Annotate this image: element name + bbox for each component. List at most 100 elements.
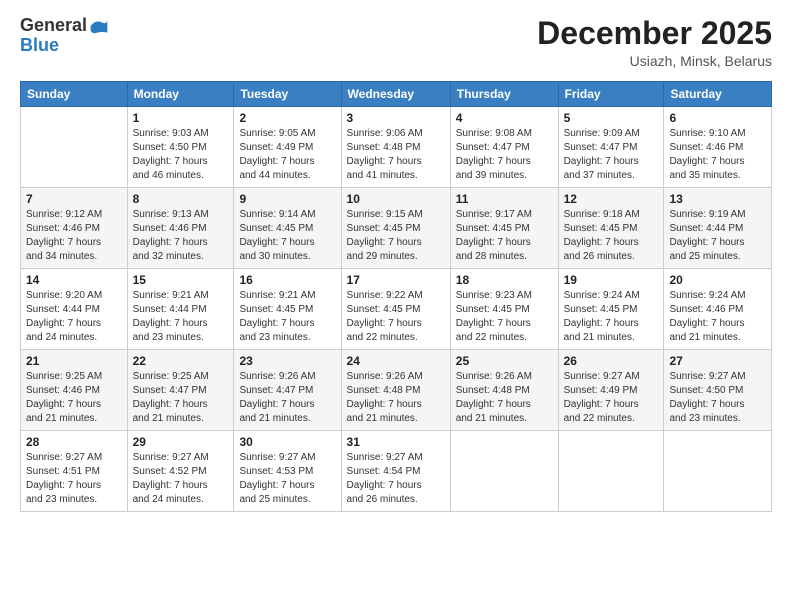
day-info: Sunrise: 9:06 AMSunset: 4:48 PMDaylight:… xyxy=(347,127,445,183)
calendar-cell: 21 Sunrise: 9:25 AMSunset: 4:46 PMDayligh… xyxy=(21,350,128,431)
day-number: 7 xyxy=(26,192,122,206)
col-monday: Monday xyxy=(127,82,234,107)
calendar-cell: 3 Sunrise: 9:06 AMSunset: 4:48 PMDaylight… xyxy=(341,107,450,188)
calendar-cell: 5 Sunrise: 9:09 AMSunset: 4:47 PMDaylight… xyxy=(558,107,664,188)
day-number: 2 xyxy=(239,111,335,125)
calendar-cell: 10Sunrise: 9:15 AMSunset: 4:45 PMDayligh… xyxy=(341,188,450,269)
logo-icon xyxy=(89,16,109,36)
day-number: 16 xyxy=(239,273,335,287)
day-info: Sunrise: 9:10 AMSunset: 4:46 PMDaylight:… xyxy=(669,127,766,183)
col-thursday: Thursday xyxy=(450,82,558,107)
day-number: 18 xyxy=(456,273,553,287)
day-number: 30 xyxy=(239,435,335,449)
day-info: Sunrise: 9:23 AMSunset: 4:45 PMDaylight:… xyxy=(456,289,553,345)
calendar-cell xyxy=(664,431,772,512)
day-number: 20 xyxy=(669,273,766,287)
calendar-week-3: 21 Sunrise: 9:25 AMSunset: 4:46 PMDayligh… xyxy=(21,350,772,431)
day-info: Sunrise: 9:26 AMSunset: 4:47 PMDaylight:… xyxy=(239,370,335,426)
day-info: Sunrise: 9:05 AMSunset: 4:49 PMDaylight:… xyxy=(239,127,335,183)
calendar-week-1: 7Sunrise: 9:12 AMSunset: 4:46 PMDaylight… xyxy=(21,188,772,269)
location: Usiazh, Minsk, Belarus xyxy=(537,53,772,69)
day-number: 29 xyxy=(133,435,229,449)
calendar-cell: 20 Sunrise: 9:24 AMSunset: 4:46 PMDayligh… xyxy=(664,269,772,350)
calendar-header-row: Sunday Monday Tuesday Wednesday Thursday… xyxy=(21,82,772,107)
day-info: Sunrise: 9:20 AMSunset: 4:44 PMDaylight:… xyxy=(26,289,122,345)
day-number: 28 xyxy=(26,435,122,449)
day-info: Sunrise: 9:21 AMSunset: 4:44 PMDaylight:… xyxy=(133,289,229,345)
calendar-cell xyxy=(558,431,664,512)
day-info: Sunrise: 9:25 AMSunset: 4:47 PMDaylight:… xyxy=(133,370,229,426)
day-number: 15 xyxy=(133,273,229,287)
calendar-cell: 26 Sunrise: 9:27 AMSunset: 4:49 PMDayligh… xyxy=(558,350,664,431)
day-number: 21 xyxy=(26,354,122,368)
calendar-cell: 25 Sunrise: 9:26 AMSunset: 4:48 PMDayligh… xyxy=(450,350,558,431)
calendar-cell: 16Sunrise: 9:21 AMSunset: 4:45 PMDayligh… xyxy=(234,269,341,350)
calendar-week-0: 1 Sunrise: 9:03 AMSunset: 4:50 PMDaylight… xyxy=(21,107,772,188)
day-number: 23 xyxy=(239,354,335,368)
calendar-cell: 30 Sunrise: 9:27 AMSunset: 4:53 PMDayligh… xyxy=(234,431,341,512)
header: General Blue December 2025 Usiazh, Minsk… xyxy=(20,16,772,69)
day-number: 31 xyxy=(347,435,445,449)
day-number: 8 xyxy=(133,192,229,206)
day-number: 9 xyxy=(239,192,335,206)
calendar-cell: 22 Sunrise: 9:25 AMSunset: 4:47 PMDayligh… xyxy=(127,350,234,431)
day-number: 3 xyxy=(347,111,445,125)
day-info: Sunrise: 9:25 AMSunset: 4:46 PMDaylight:… xyxy=(26,370,122,426)
calendar-cell: 8 Sunrise: 9:13 AMSunset: 4:46 PMDaylight… xyxy=(127,188,234,269)
calendar-cell: 24 Sunrise: 9:26 AMSunset: 4:48 PMDayligh… xyxy=(341,350,450,431)
day-info: Sunrise: 9:03 AMSunset: 4:50 PMDaylight:… xyxy=(133,127,229,183)
month-title: December 2025 xyxy=(537,16,772,51)
calendar-cell: 2 Sunrise: 9:05 AMSunset: 4:49 PMDaylight… xyxy=(234,107,341,188)
calendar-cell: 27 Sunrise: 9:27 AMSunset: 4:50 PMDayligh… xyxy=(664,350,772,431)
day-info: Sunrise: 9:14 AMSunset: 4:45 PMDaylight:… xyxy=(239,208,335,264)
calendar-cell: 19Sunrise: 9:24 AMSunset: 4:45 PMDayligh… xyxy=(558,269,664,350)
calendar-cell: 29 Sunrise: 9:27 AMSunset: 4:52 PMDayligh… xyxy=(127,431,234,512)
col-sunday: Sunday xyxy=(21,82,128,107)
col-tuesday: Tuesday xyxy=(234,82,341,107)
day-info: Sunrise: 9:27 AMSunset: 4:53 PMDaylight:… xyxy=(239,451,335,507)
calendar-cell: 4Sunrise: 9:08 AMSunset: 4:47 PMDaylight… xyxy=(450,107,558,188)
calendar: Sunday Monday Tuesday Wednesday Thursday… xyxy=(20,81,772,512)
day-info: Sunrise: 9:26 AMSunset: 4:48 PMDaylight:… xyxy=(456,370,553,426)
day-number: 4 xyxy=(456,111,553,125)
day-info: Sunrise: 9:18 AMSunset: 4:45 PMDaylight:… xyxy=(564,208,659,264)
day-info: Sunrise: 9:27 AMSunset: 4:52 PMDaylight:… xyxy=(133,451,229,507)
calendar-cell: 28Sunrise: 9:27 AMSunset: 4:51 PMDayligh… xyxy=(21,431,128,512)
day-info: Sunrise: 9:27 AMSunset: 4:54 PMDaylight:… xyxy=(347,451,445,507)
day-number: 25 xyxy=(456,354,553,368)
day-number: 12 xyxy=(564,192,659,206)
calendar-cell: 17Sunrise: 9:22 AMSunset: 4:45 PMDayligh… xyxy=(341,269,450,350)
calendar-cell: 18 Sunrise: 9:23 AMSunset: 4:45 PMDayligh… xyxy=(450,269,558,350)
title-block: December 2025 Usiazh, Minsk, Belarus xyxy=(537,16,772,69)
calendar-cell: 14 Sunrise: 9:20 AMSunset: 4:44 PMDayligh… xyxy=(21,269,128,350)
day-number: 26 xyxy=(564,354,659,368)
day-info: Sunrise: 9:24 AMSunset: 4:46 PMDaylight:… xyxy=(669,289,766,345)
logo-general: General xyxy=(20,16,87,36)
day-number: 14 xyxy=(26,273,122,287)
calendar-cell: 1 Sunrise: 9:03 AMSunset: 4:50 PMDaylight… xyxy=(127,107,234,188)
day-info: Sunrise: 9:09 AMSunset: 4:47 PMDaylight:… xyxy=(564,127,659,183)
day-info: Sunrise: 9:27 AMSunset: 4:50 PMDaylight:… xyxy=(669,370,766,426)
day-info: Sunrise: 9:26 AMSunset: 4:48 PMDaylight:… xyxy=(347,370,445,426)
calendar-cell xyxy=(21,107,128,188)
calendar-cell: 9 Sunrise: 9:14 AMSunset: 4:45 PMDaylight… xyxy=(234,188,341,269)
day-number: 27 xyxy=(669,354,766,368)
day-info: Sunrise: 9:13 AMSunset: 4:46 PMDaylight:… xyxy=(133,208,229,264)
calendar-cell: 11Sunrise: 9:17 AMSunset: 4:45 PMDayligh… xyxy=(450,188,558,269)
day-number: 24 xyxy=(347,354,445,368)
calendar-cell: 12 Sunrise: 9:18 AMSunset: 4:45 PMDayligh… xyxy=(558,188,664,269)
page: General Blue December 2025 Usiazh, Minsk… xyxy=(0,0,792,612)
col-wednesday: Wednesday xyxy=(341,82,450,107)
col-saturday: Saturday xyxy=(664,82,772,107)
day-info: Sunrise: 9:24 AMSunset: 4:45 PMDaylight:… xyxy=(564,289,659,345)
day-number: 5 xyxy=(564,111,659,125)
day-number: 10 xyxy=(347,192,445,206)
day-info: Sunrise: 9:27 AMSunset: 4:49 PMDaylight:… xyxy=(564,370,659,426)
calendar-cell: 13Sunrise: 9:19 AMSunset: 4:44 PMDayligh… xyxy=(664,188,772,269)
calendar-cell: 7Sunrise: 9:12 AMSunset: 4:46 PMDaylight… xyxy=(21,188,128,269)
calendar-week-4: 28Sunrise: 9:27 AMSunset: 4:51 PMDayligh… xyxy=(21,431,772,512)
day-number: 1 xyxy=(133,111,229,125)
day-number: 22 xyxy=(133,354,229,368)
day-info: Sunrise: 9:19 AMSunset: 4:44 PMDaylight:… xyxy=(669,208,766,264)
logo-blue: Blue xyxy=(20,36,109,56)
